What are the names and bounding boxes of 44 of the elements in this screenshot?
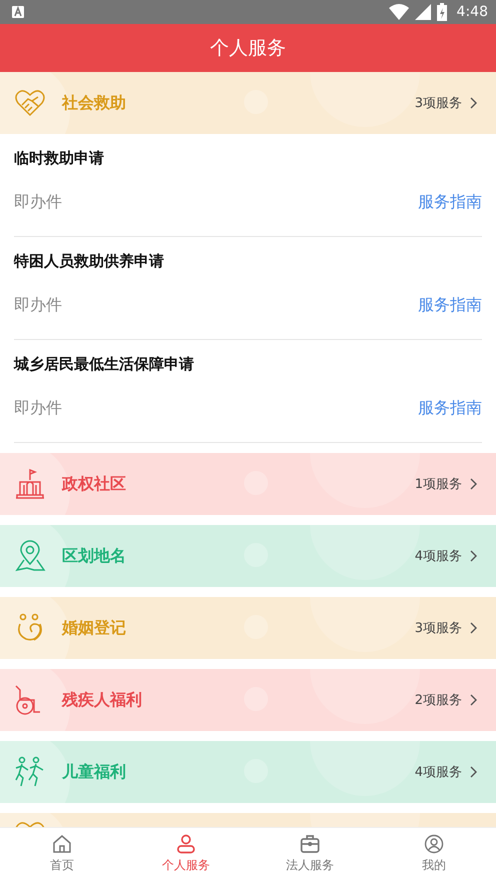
category-title: 社会救助 <box>62 92 126 114</box>
briefcase-icon <box>300 834 320 854</box>
service-count: 4项服务 <box>414 548 462 565</box>
category-bar[interactable]: 政权社区 1项服务 <box>0 453 496 515</box>
battery-icon <box>436 3 447 21</box>
chevron-right-icon <box>470 478 478 490</box>
category-bar[interactable]: 儿童福利 4项服务 <box>0 741 496 803</box>
service-type: 即办件 <box>14 398 62 418</box>
nav-tab[interactable]: 我的 <box>372 828 496 880</box>
user-circle-icon <box>424 834 444 854</box>
page-title: 个人服务 <box>210 36 286 61</box>
chevron-right-icon <box>470 97 478 109</box>
service-count: 4项服务 <box>414 764 462 781</box>
category-title: 区划地名 <box>62 546 126 566</box>
notification-icon <box>12 6 24 18</box>
nav-tab[interactable]: 法人服务 <box>248 828 372 880</box>
service-count: 3项服务 <box>414 95 462 112</box>
person-icon <box>176 834 196 854</box>
home-icon <box>52 834 72 854</box>
status-time: 4:48 <box>456 4 488 20</box>
service-count: 1项服务 <box>414 476 462 493</box>
category-bar[interactable]: 社会救助 3项服务 <box>0 72 496 134</box>
category-bar[interactable]: 婚姻登记 3项服务 <box>0 597 496 659</box>
service-name[interactable]: 城乡居民最低生活保障申请 <box>14 354 482 374</box>
wifi-icon <box>388 4 409 20</box>
service-name[interactable]: 临时救助申请 <box>14 148 482 168</box>
service-type: 即办件 <box>14 192 62 212</box>
category-bar[interactable]: 残疾人福利 2项服务 <box>0 669 496 731</box>
service-type: 即办件 <box>14 294 62 316</box>
chevron-right-icon <box>470 694 478 706</box>
category-title: 儿童福利 <box>62 762 126 782</box>
nav-tab[interactable]: 首页 <box>0 828 124 880</box>
category-title: 政权社区 <box>62 474 126 494</box>
service-name[interactable]: 特困人员救助供养申请 <box>14 251 482 271</box>
category-title: 婚姻登记 <box>62 618 126 638</box>
service-count: 3项服务 <box>414 620 462 637</box>
chevron-right-icon <box>470 622 478 634</box>
signal-icon <box>414 4 431 20</box>
chevron-right-icon <box>470 550 478 562</box>
category-title: 残疾人福利 <box>62 690 142 710</box>
nav-tab[interactable]: 个人服务 <box>124 828 248 880</box>
category-bar[interactable]: 区划地名 4项服务 <box>0 525 496 587</box>
service-count: 2项服务 <box>414 692 462 709</box>
chevron-right-icon <box>470 766 478 778</box>
